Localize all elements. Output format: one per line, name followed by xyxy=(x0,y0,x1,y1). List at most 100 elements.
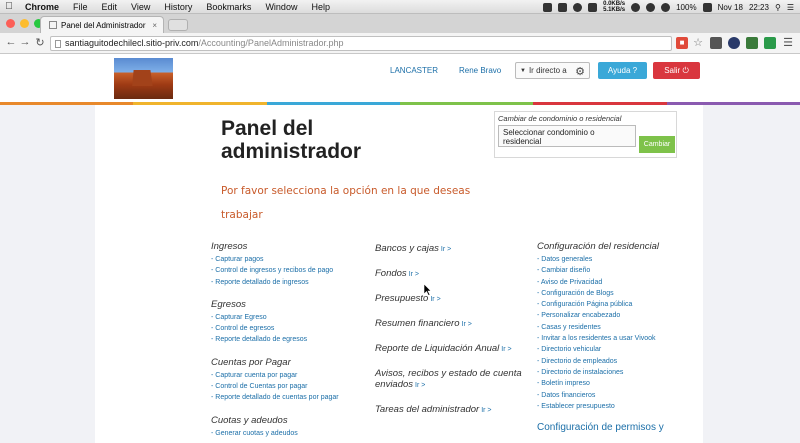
dropbox-icon[interactable] xyxy=(543,2,553,12)
grid-extension-icon[interactable] xyxy=(764,37,776,49)
section-title: Bancos y cajas Ir > xyxy=(375,243,530,254)
chrome-menu-icon[interactable]: ☰ xyxy=(782,37,794,49)
browser-tab-active[interactable]: Panel del Administrador × xyxy=(40,16,164,33)
help-button[interactable]: Ayuda ? xyxy=(598,62,647,79)
section-title-text: Presupuesto xyxy=(375,293,429,304)
section-link[interactable]: - Control de Cuentas por pagar xyxy=(211,381,371,392)
new-tab-button[interactable] xyxy=(168,19,188,31)
power-icon: ⏻ xyxy=(682,66,689,75)
section-link[interactable]: - Generar cuotas y adeudos xyxy=(211,428,371,439)
go-link[interactable]: Ir > xyxy=(409,271,419,278)
back-arrow-icon[interactable]: ← xyxy=(4,36,18,48)
url-host: santiaguitodechilecl.sitio-priv.com xyxy=(65,38,199,48)
section-title: Egresos xyxy=(211,298,246,310)
section-link[interactable]: - Directorio vehicular xyxy=(537,344,697,355)
close-window-button[interactable] xyxy=(6,19,15,28)
section-link[interactable]: - Directorio de instalaciones xyxy=(537,367,697,378)
page-info-icon[interactable] xyxy=(55,40,61,48)
bluetooth-icon[interactable] xyxy=(631,2,641,12)
web-page: LANCASTER Rene Bravo ▼ Ir directo a ⚙ Ay… xyxy=(0,54,800,443)
forward-arrow-icon[interactable]: → xyxy=(18,36,32,48)
evernote-icon[interactable] xyxy=(558,2,568,12)
section-title: Tareas del administrador Ir > xyxy=(375,404,530,415)
bookmark-star-icon[interactable]: ☆ xyxy=(692,37,704,49)
section-link[interactable]: - Cambiar diseño xyxy=(537,265,697,276)
macos-menu-bar:  Chrome File Edit View History Bookmark… xyxy=(0,0,800,14)
spotlight-icon[interactable]: ⚲ xyxy=(775,3,781,12)
go-link[interactable]: Ir > xyxy=(481,407,491,414)
menu-window[interactable]: Window xyxy=(258,2,304,12)
goto-dropdown[interactable]: ▼ Ir directo a ⚙ xyxy=(515,62,590,79)
page-title: Panel del administrador xyxy=(221,117,362,163)
window-controls xyxy=(6,19,43,28)
section-title-text: Tareas del administrador xyxy=(375,404,480,415)
menu-app-name[interactable]: Chrome xyxy=(18,2,66,12)
menu-bookmarks[interactable]: Bookmarks xyxy=(199,2,258,12)
go-link[interactable]: Ir > xyxy=(501,346,511,353)
section-title-text: Fondos xyxy=(375,268,407,279)
section-link[interactable]: - Establecer presupuesto xyxy=(537,401,697,412)
section-link[interactable]: - Datos financieros xyxy=(537,390,697,401)
section-link[interactable]: - Control de ingresos y recibos de pago xyxy=(211,265,371,276)
section-link[interactable]: - Boletín impreso xyxy=(537,378,697,389)
section-link[interactable]: - Capturar Egreso xyxy=(211,312,371,323)
section-link[interactable]: - Aviso de Privacidad xyxy=(537,277,697,288)
menu-edit[interactable]: Edit xyxy=(95,2,125,12)
section-title: Resumen financiero Ir > xyxy=(375,318,530,329)
menu-help[interactable]: Help xyxy=(304,2,337,12)
close-tab-icon[interactable]: × xyxy=(152,21,157,30)
page-favicon-icon xyxy=(49,21,57,29)
wifi-icon[interactable] xyxy=(646,2,656,12)
section-link[interactable]: - Control de egresos xyxy=(211,323,371,334)
apple-icon[interactable]:  xyxy=(0,1,18,12)
section-link[interactable]: - Configuración de Blogs xyxy=(537,288,697,299)
condo-name-link[interactable]: LANCASTER xyxy=(390,66,438,75)
record-icon[interactable] xyxy=(573,2,583,12)
go-link[interactable]: Ir > xyxy=(415,382,425,389)
monitor-icon[interactable] xyxy=(588,2,598,12)
section-link[interactable]: - Capturar cuenta por pagar xyxy=(211,370,371,381)
cloud-extension-icon[interactable] xyxy=(728,37,740,49)
menu-history[interactable]: History xyxy=(157,2,199,12)
menu-date[interactable]: Nov 18 xyxy=(718,3,743,12)
extension-icon[interactable] xyxy=(710,37,722,49)
page-subtitle: Por favor selecciona la opción en la que… xyxy=(221,185,471,221)
section-link[interactable]: - Datos generales xyxy=(537,254,697,265)
column-right: Configuración del residencial - Datos gen… xyxy=(537,241,697,435)
address-bar[interactable]: santiaguitodechilecl.sitio-priv.com/Acco… xyxy=(50,36,672,51)
section-link[interactable]: - Casas y residentes xyxy=(537,322,697,333)
menu-time[interactable]: 22:23 xyxy=(749,3,769,12)
change-condo-button[interactable]: Cambiar xyxy=(639,136,675,153)
menu-file[interactable]: File xyxy=(66,2,95,12)
section-title-text: Bancos y cajas xyxy=(375,243,439,254)
site-logo[interactable] xyxy=(114,58,173,99)
notification-icon[interactable]: ☰ xyxy=(787,3,794,12)
go-link[interactable]: Ir > xyxy=(441,246,451,253)
tab-strip: Panel del Administrador × xyxy=(0,14,800,33)
section-title-text: Avisos, recibos y estado de cuenta envia… xyxy=(375,368,522,390)
logout-button[interactable]: Salir ⏻ xyxy=(653,62,700,79)
section-title-text: Resumen financiero xyxy=(375,318,460,329)
section-link[interactable]: - Capturar pagos xyxy=(211,254,371,265)
section-link[interactable]: - Configuración Página pública xyxy=(537,299,697,310)
section-link[interactable]: - Reporte detallado de ingresos xyxy=(211,277,371,288)
adblock-icon[interactable]: ■ xyxy=(676,37,688,49)
browser-toolbar: ← → ↻ santiaguitodechilecl.sitio-priv.co… xyxy=(0,33,800,54)
section-link[interactable]: - Invitar a los residentes a usar Vivook xyxy=(537,333,697,344)
go-link[interactable]: Ir > xyxy=(430,296,440,303)
section-link[interactable]: - Directorio de empleados xyxy=(537,356,697,367)
menu-view[interactable]: View xyxy=(124,2,157,12)
site-header: LANCASTER Rene Bravo ▼ Ir directo a ⚙ Ay… xyxy=(0,54,800,102)
volume-icon[interactable] xyxy=(661,2,671,12)
section-link[interactable]: - Reporte detallado de cuentas por pagar xyxy=(211,392,371,403)
user-name-link[interactable]: Rene Bravo xyxy=(459,66,501,75)
section-link[interactable]: - Reporte detallado de egresos xyxy=(211,334,371,345)
go-link[interactable]: Ir > xyxy=(462,321,472,328)
battery-icon[interactable] xyxy=(702,2,712,12)
battery-percent[interactable]: 100% xyxy=(676,3,696,12)
minimize-window-button[interactable] xyxy=(20,19,29,28)
section-link[interactable]: - Personalizar encabezado xyxy=(537,310,697,321)
reload-icon[interactable]: ↻ xyxy=(33,36,47,49)
condo-select[interactable]: Seleccionar condominio o residencial xyxy=(498,125,636,147)
green-extension-icon[interactable] xyxy=(746,37,758,49)
